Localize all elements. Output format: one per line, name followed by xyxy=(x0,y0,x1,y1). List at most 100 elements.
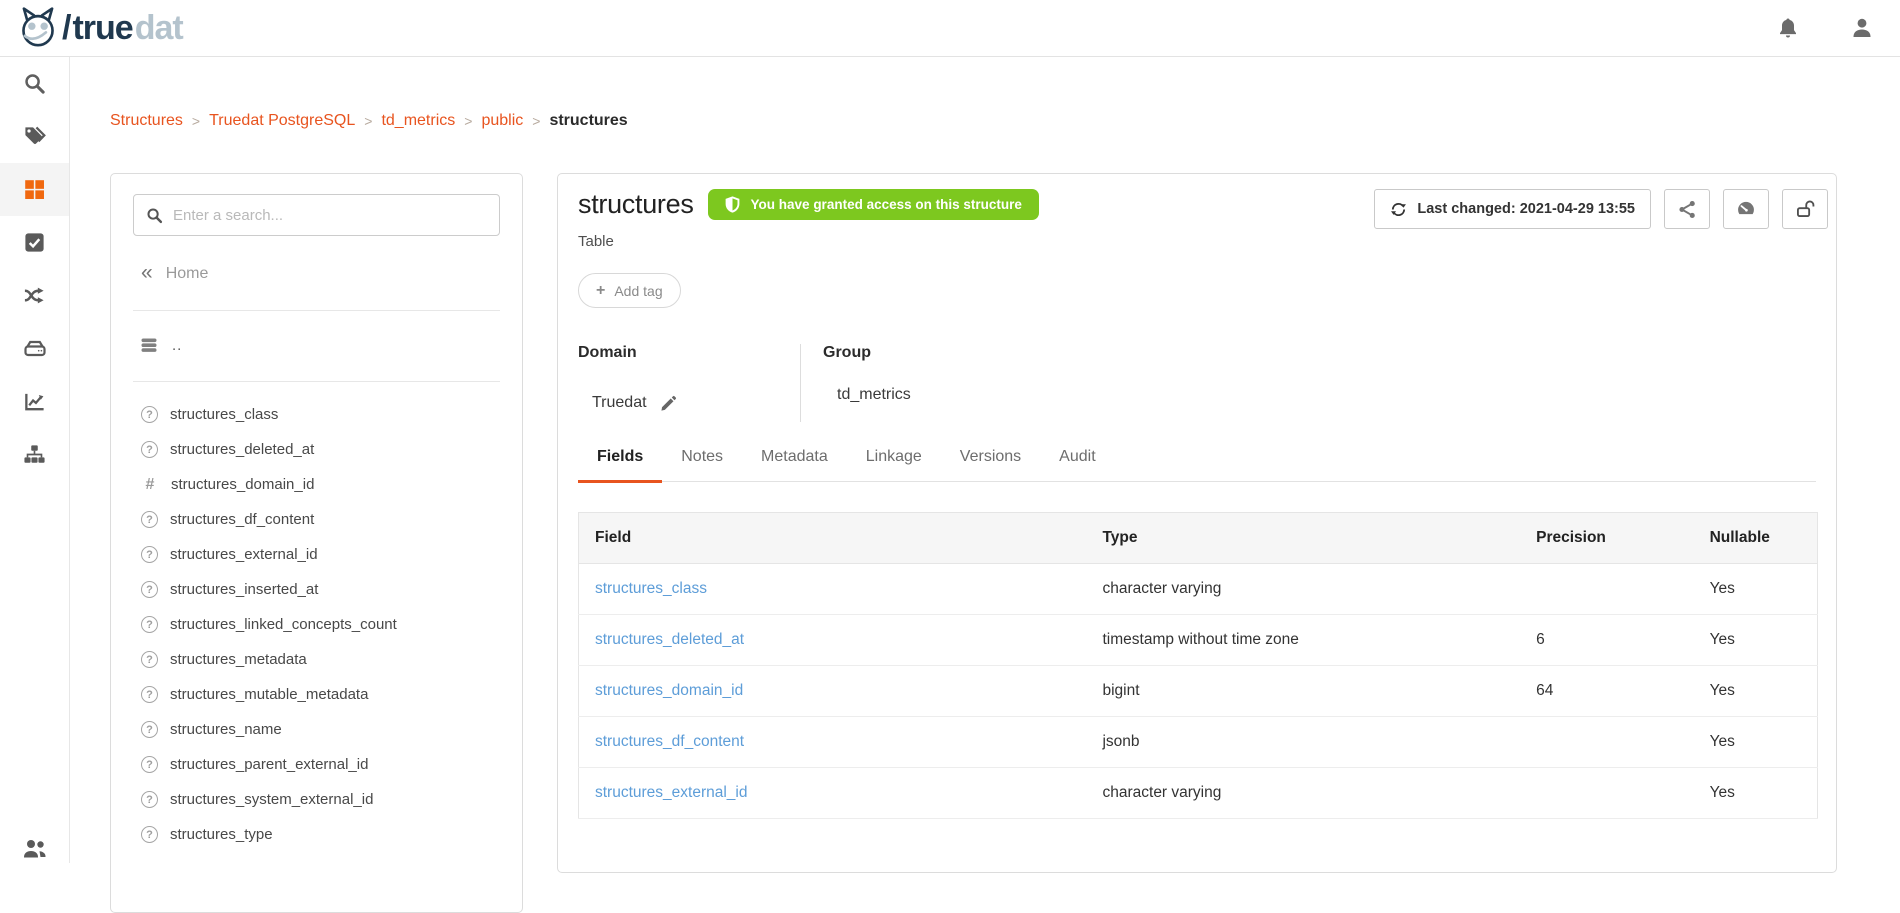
field-name-label: structures_class xyxy=(170,406,278,423)
search-icon xyxy=(146,207,163,224)
logo-brand-secondary: dat xyxy=(135,11,183,45)
nav-item-lineage[interactable] xyxy=(0,269,69,322)
explorer-parent-item[interactable]: .. xyxy=(111,325,522,365)
unlock-button[interactable] xyxy=(1782,189,1828,229)
share-button[interactable] xyxy=(1664,189,1710,229)
field-name-label: structures_metadata xyxy=(170,651,307,668)
shield-icon xyxy=(725,196,740,213)
type-cell: bigint xyxy=(1086,666,1520,717)
tab[interactable]: Audit xyxy=(1040,448,1114,481)
breadcrumb-link[interactable]: Truedat PostgreSQL xyxy=(209,112,355,130)
chart-line-icon xyxy=(23,390,46,413)
notifications-button[interactable] xyxy=(1776,15,1802,41)
tab[interactable]: Fields xyxy=(578,448,662,481)
list-item[interactable]: ? structures_linked_concepts_count xyxy=(141,607,522,642)
quality-gauge-button[interactable] xyxy=(1723,189,1769,229)
nullable-cell: Yes xyxy=(1694,666,1818,717)
tab[interactable]: Notes xyxy=(662,448,742,481)
tab[interactable]: Metadata xyxy=(742,448,847,481)
field-link[interactable]: structures_class xyxy=(595,580,707,597)
list-item[interactable]: ? structures_parent_external_id xyxy=(141,747,522,782)
type-cell: timestamp without time zone xyxy=(1086,615,1520,666)
explorer-search-input[interactable] xyxy=(173,207,487,224)
breadcrumb-link[interactable]: Structures xyxy=(110,112,183,130)
type-cell: jsonb xyxy=(1086,717,1520,768)
home-label: Home xyxy=(166,265,209,283)
field-type-icon: # xyxy=(141,476,159,494)
table-row: structures_class character varying Yes xyxy=(579,564,1818,615)
list-item[interactable]: ? structures_external_id xyxy=(141,537,522,572)
field-name-label: structures_external_id xyxy=(170,546,318,563)
list-item[interactable]: ? structures_inserted_at xyxy=(141,572,522,607)
nav-item-systems[interactable] xyxy=(0,322,69,375)
table-row: structures_domain_id bigint 64 Yes xyxy=(579,666,1818,717)
precision-cell xyxy=(1520,768,1693,819)
field-type-icon: ? xyxy=(141,686,158,703)
list-item[interactable]: ? structures_df_content xyxy=(141,502,522,537)
group-value: td_metrics xyxy=(837,386,911,404)
nav-item-users[interactable] xyxy=(0,822,69,875)
refresh-icon xyxy=(1390,201,1407,218)
nav-item-structures[interactable] xyxy=(0,163,69,216)
field-name-label: structures_domain_id xyxy=(171,476,314,493)
page-title: structures xyxy=(578,189,694,220)
table-row: structures_external_id character varying… xyxy=(579,768,1818,819)
user-menu-button[interactable] xyxy=(1850,15,1876,41)
divider xyxy=(133,310,500,311)
field-type-icon: ? xyxy=(141,721,158,738)
detail-tabs: Fields Notes Metadata Linkage Versions A… xyxy=(578,448,1816,482)
list-item[interactable]: # structures_domain_id xyxy=(141,467,522,502)
field-link[interactable]: structures_external_id xyxy=(595,784,748,801)
breadcrumb-link[interactable]: td_metrics xyxy=(381,112,455,130)
tab[interactable]: Versions xyxy=(941,448,1040,481)
field-name-label: structures_mutable_metadata xyxy=(170,686,368,703)
owl-logo-icon xyxy=(16,6,60,50)
nav-item-tasks[interactable] xyxy=(0,216,69,269)
breadcrumb-link[interactable]: public xyxy=(481,112,523,130)
list-item[interactable]: ? structures_name xyxy=(141,712,522,747)
precision-cell: 6 xyxy=(1520,615,1693,666)
user-icon xyxy=(1850,16,1876,40)
last-changed-button[interactable]: Last changed: 2021-04-29 13:55 xyxy=(1374,189,1651,229)
shuffle-icon xyxy=(23,284,46,307)
list-item[interactable]: ? structures_deleted_at xyxy=(141,432,522,467)
field-type-icon: ? xyxy=(141,546,158,563)
truedat-logo[interactable]: / true dat xyxy=(0,6,183,50)
nullable-cell: Yes xyxy=(1694,717,1818,768)
list-item[interactable]: ? structures_metadata xyxy=(141,642,522,677)
explorer-home-item[interactable]: « Home xyxy=(111,254,522,294)
nav-item-domains[interactable] xyxy=(0,428,69,481)
field-type-icon: ? xyxy=(141,826,158,843)
list-item[interactable]: ? structures_type xyxy=(141,817,522,852)
field-link[interactable]: structures_domain_id xyxy=(595,682,743,699)
parent-label: .. xyxy=(172,337,182,354)
breadcrumb-separator: > xyxy=(464,113,472,129)
nav-item-quality[interactable] xyxy=(0,375,69,428)
field-link[interactable]: structures_df_content xyxy=(595,733,744,750)
add-tag-button[interactable]: + Add tag xyxy=(578,273,681,308)
table-row: structures_df_content jsonb Yes xyxy=(579,717,1818,768)
tab[interactable]: Linkage xyxy=(847,448,941,481)
table-header-row: Field Type Precision Nullable xyxy=(579,513,1818,564)
field-type-icon: ? xyxy=(141,581,158,598)
nav-item-search[interactable] xyxy=(0,57,69,110)
precision-cell xyxy=(1520,564,1693,615)
field-type-icon: ? xyxy=(141,441,158,458)
grid-icon xyxy=(23,178,46,201)
field-link[interactable]: structures_deleted_at xyxy=(595,631,744,648)
search-icon xyxy=(23,72,46,95)
list-item[interactable]: ? structures_class xyxy=(141,397,522,432)
nav-item-tags[interactable] xyxy=(0,110,69,163)
logo-slash: / xyxy=(62,11,70,45)
field-type-icon: ? xyxy=(141,406,158,423)
column-header-nullable: Nullable xyxy=(1694,513,1818,564)
plus-icon: + xyxy=(596,282,605,300)
field-name-label: structures_deleted_at xyxy=(170,441,314,458)
nullable-cell: Yes xyxy=(1694,768,1818,819)
column-header-type: Type xyxy=(1086,513,1520,564)
storage-icon xyxy=(23,337,47,361)
list-item[interactable]: ? structures_system_external_id xyxy=(141,782,522,817)
edit-domain-button[interactable] xyxy=(660,395,677,412)
bell-icon xyxy=(1776,16,1802,40)
list-item[interactable]: ? structures_mutable_metadata xyxy=(141,677,522,712)
